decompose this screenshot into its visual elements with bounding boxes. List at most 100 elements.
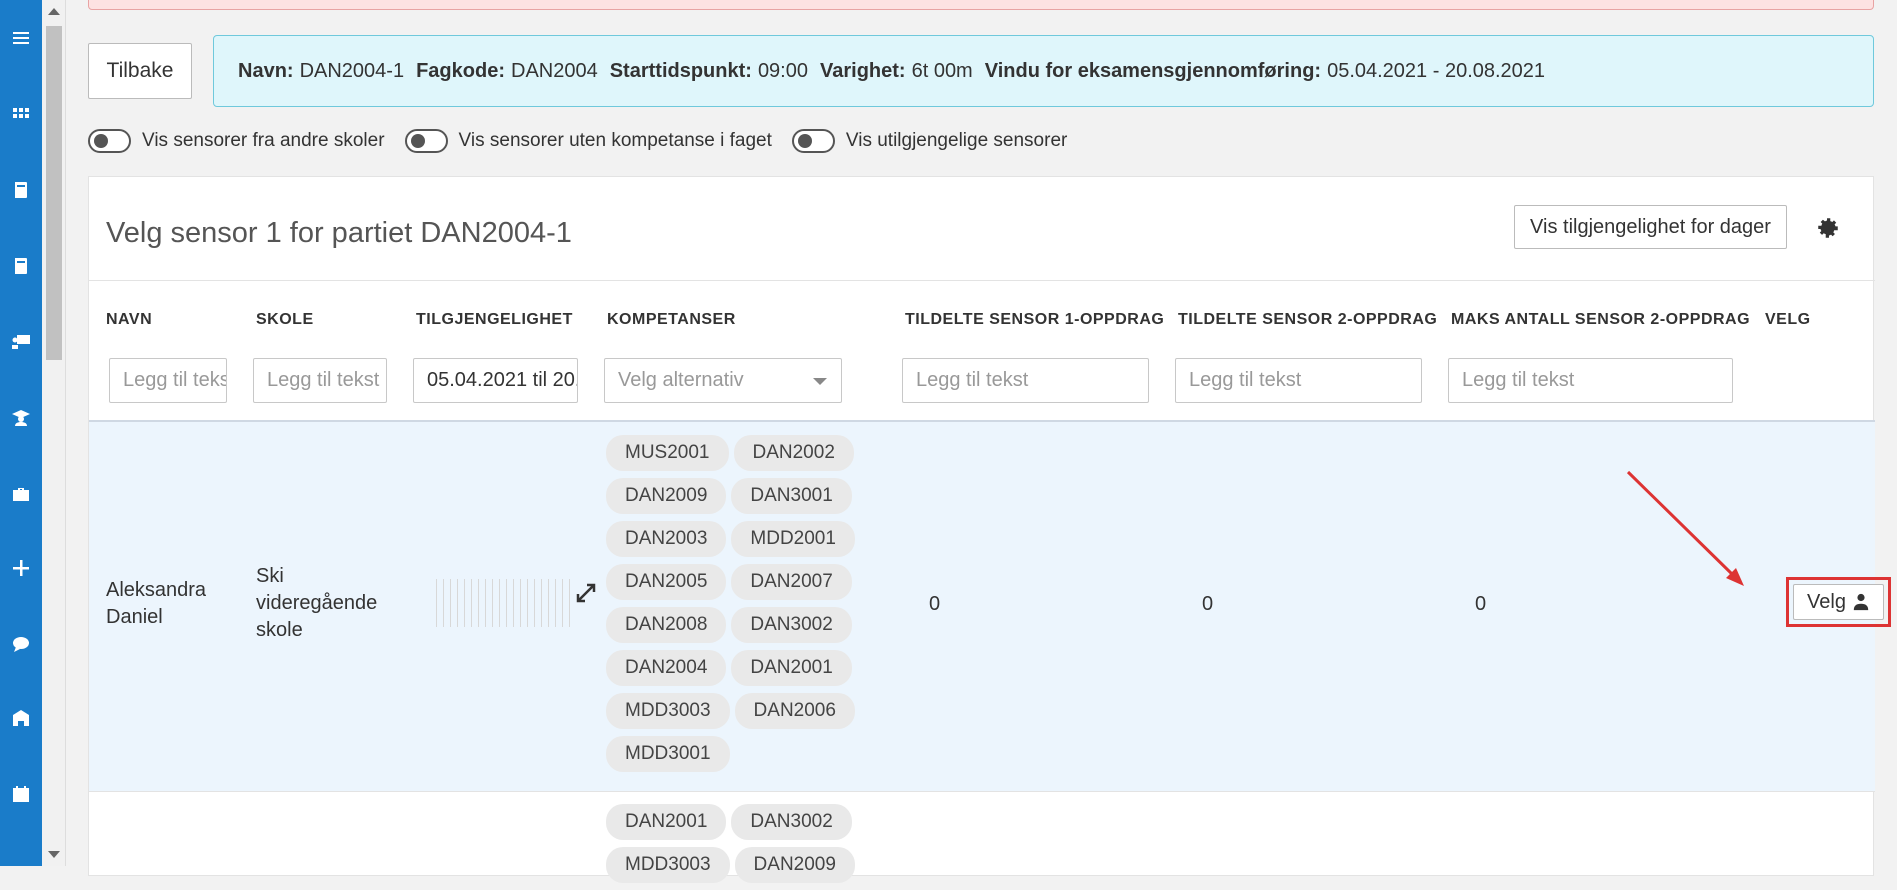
toggle-label: Vis utilgjengelige sensorer (845, 130, 1068, 151)
sensor1-count: 0 (929, 593, 941, 615)
competences-select-placeholder: Velg alternativ (618, 369, 744, 391)
code-value: DAN2004 (511, 59, 598, 82)
toggle-other-schools: Vis sensorer fra andre skoler (88, 129, 385, 153)
competence-badge: MDD3003 (606, 693, 730, 729)
annotation-highlight-box: Velg (1786, 577, 1891, 627)
scroll-up-icon[interactable] (48, 8, 60, 15)
sensor2-filter-input[interactable]: Legg til tekst (1175, 358, 1422, 403)
col-header-select: VELG (1765, 311, 1811, 328)
show-days-button[interactable]: Vis tilgjengelighet for dager (1514, 205, 1787, 249)
competence-badge: DAN3002 (731, 607, 852, 643)
grid-icon[interactable] (11, 104, 31, 124)
chevron-down-icon (813, 378, 827, 385)
name-label: Navn: (238, 59, 294, 82)
competence-badge: DAN2003 (606, 521, 727, 557)
competence-badge: DAN3001 (731, 478, 852, 514)
toggle-row: Vis sensorer fra andre skoler Vis sensor… (88, 128, 1087, 154)
competence-badge: DAN3002 (731, 804, 852, 840)
divider (89, 280, 1875, 281)
scroll-thumb[interactable] (46, 26, 62, 360)
page-title: Velg sensor 1 for partiet DAN2004-1 (106, 217, 572, 249)
sensor2-count: 0 (1202, 593, 1214, 615)
school-line: videregående (256, 592, 378, 614)
name-filter-input[interactable]: Legg til tekst (109, 358, 227, 403)
school-line: skole (256, 619, 303, 641)
school-icon[interactable] (11, 708, 31, 728)
sensor-name: Aleksandra Daniel (106, 577, 206, 631)
start-label: Starttidspunkt: (609, 59, 752, 82)
col-header-competences[interactable]: KOMPETANSER (607, 311, 736, 329)
annotation-arrow (1626, 470, 1744, 586)
competence-badge: DAN2001 (731, 650, 852, 686)
user-tie-icon (1853, 593, 1869, 611)
book-icon[interactable] (11, 180, 31, 200)
menu-icon[interactable] (11, 28, 31, 48)
calendar-icon[interactable] (11, 784, 31, 804)
book-2-icon[interactable] (11, 256, 31, 276)
divider (89, 791, 1875, 792)
competence-badge: DAN2001 (606, 804, 727, 840)
sensor-first-name: Aleksandra (106, 579, 207, 601)
error-alert (88, 0, 1874, 10)
competence-badge: MUS2001 (606, 435, 729, 471)
toggle-switch[interactable] (791, 129, 835, 153)
competence-badge: MDD3001 (606, 736, 730, 772)
competence-badge: DAN2009 (606, 478, 727, 514)
school-filter-input[interactable]: Legg til tekst (253, 358, 387, 403)
toggle-label: Vis sensorer fra andre skoler (142, 130, 385, 151)
col-header-school[interactable]: SKOLE (256, 311, 314, 329)
competence-badge: MDD2001 (731, 521, 855, 557)
col-header-sensor1[interactable]: TILDELTE SENSOR 1-OPPDRAG (905, 311, 1164, 329)
competence-badge: MDD3003 (606, 847, 730, 883)
competence-badge: DAN2004 (606, 650, 727, 686)
toggle-switch[interactable] (88, 129, 131, 153)
competence-list: DAN2001 DAN3002 MDD3003 DAN2009 (606, 804, 866, 890)
col-header-availability[interactable]: TILGJENGELIGHET (416, 311, 573, 329)
scrollbar[interactable] (42, 0, 66, 866)
sensor-school: Ski videregående skole (256, 563, 377, 644)
competence-badge: DAN2009 (734, 847, 855, 883)
window-value: 05.04.2021 - 20.08.2021 (1327, 59, 1546, 82)
competence-badge: DAN2005 (606, 564, 727, 600)
briefcase-icon[interactable] (11, 484, 31, 504)
teacher-icon[interactable] (11, 332, 31, 352)
select-label: Velg (1807, 590, 1846, 613)
expand-icon[interactable] (574, 581, 598, 605)
sensor-card: Velg sensor 1 for partiet DAN2004-1 Vis … (88, 176, 1891, 883)
max-count: 0 (1475, 593, 1487, 615)
toggle-switch[interactable] (404, 129, 448, 153)
toggle-no-competence: Vis sensorer uten kompetanse i faget (404, 129, 772, 153)
gear-icon[interactable] (1815, 215, 1841, 241)
chat-icon[interactable] (11, 634, 31, 654)
competence-badge: DAN2008 (606, 607, 727, 643)
availability-filter-input[interactable]: 05.04.2021 til 20.08.2021 (413, 358, 578, 403)
toggle-label: Vis sensorer uten kompetanse i faget (458, 130, 772, 151)
select-sensor-button[interactable]: Velg (1793, 584, 1884, 620)
start-value: 09:00 (757, 59, 808, 82)
sidebar (0, 0, 42, 866)
availability-chart (436, 579, 576, 627)
name-value: DAN2004-1 (299, 59, 405, 82)
competence-badge: DAN2002 (733, 435, 854, 471)
code-label: Fagkode: (416, 59, 505, 82)
exam-info-box: Navn: DAN2004-1 Fagkode: DAN2004 Starttids… (213, 35, 1874, 107)
col-header-name[interactable]: NAVN (106, 311, 152, 329)
competences-select[interactable]: Velg alternativ (604, 358, 842, 403)
school-line: Ski (256, 565, 284, 587)
competence-list: MUS2001 DAN2002 DAN2009 DAN3001 DAN2003 MDD20… (606, 435, 866, 779)
duration-label: Varighet: (820, 59, 906, 82)
col-header-sensor2[interactable]: TILDELTE SENSOR 2-OPPDRAG (1178, 311, 1437, 329)
back-button[interactable]: Tilbake (88, 43, 192, 99)
plus-icon[interactable] (11, 558, 31, 578)
window-label: Vindu for eksamensgjennomføring: (984, 59, 1322, 82)
graduate-icon[interactable] (11, 408, 31, 428)
sensor-last-name: Daniel (106, 606, 163, 628)
col-header-max[interactable]: MAKS ANTALL SENSOR 2-OPPDRAG (1451, 311, 1750, 329)
sensor1-filter-input[interactable]: Legg til tekst (902, 358, 1149, 403)
competence-badge: DAN2007 (731, 564, 852, 600)
max-filter-input[interactable]: Legg til tekst (1448, 358, 1733, 403)
main-content: Tilbake Navn: DAN2004-1 Fagkode: DAN2004 S… (66, 0, 1897, 883)
toggle-unavailable: Vis utilgjengelige sensorer (791, 129, 1068, 153)
scroll-down-icon[interactable] (48, 851, 60, 858)
competence-badge: DAN2006 (734, 693, 855, 729)
